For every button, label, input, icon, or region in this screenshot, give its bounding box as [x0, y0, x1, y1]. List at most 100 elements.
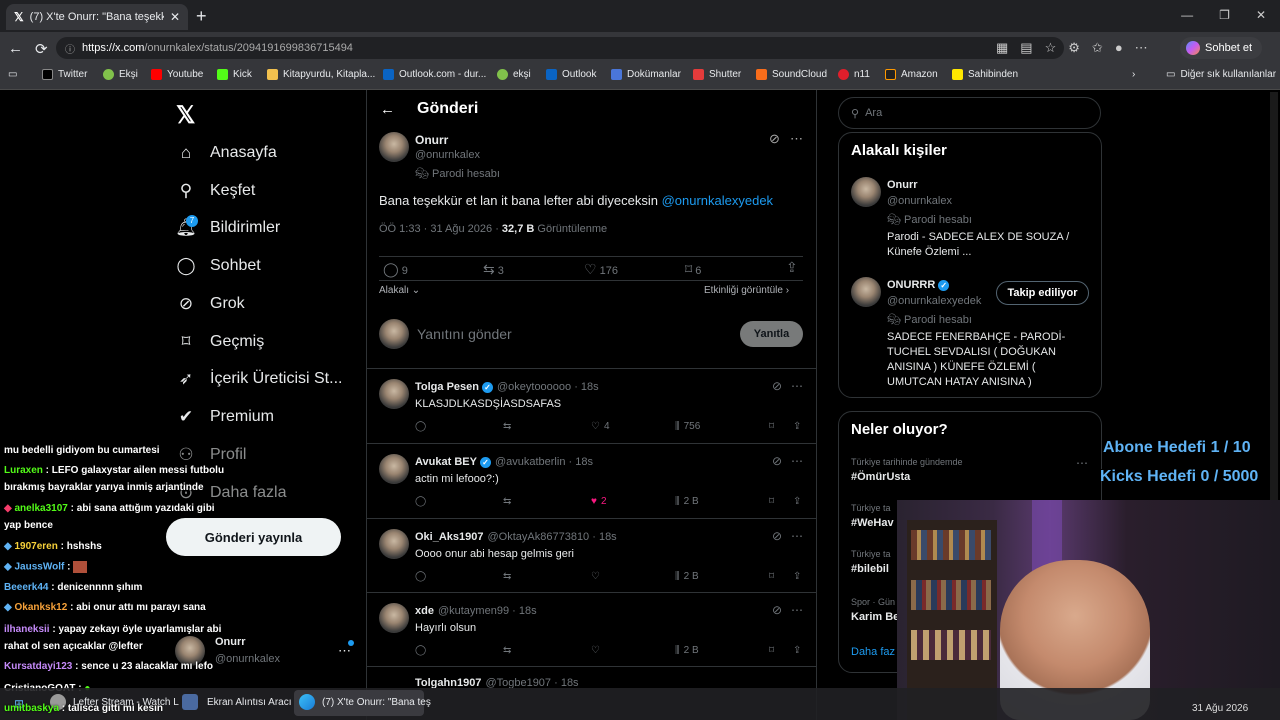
trend-name[interactable]: #ÖmürUsta [851, 471, 910, 483]
relevance-dropdown[interactable]: Alakalı ⌄ [379, 285, 420, 296]
grok-icon[interactable]: ⊘ [772, 454, 782, 468]
bookmark-outlook[interactable]: Outlook [546, 69, 596, 80]
x-home-logo[interactable]: 𝕏 [176, 101, 195, 130]
like-count[interactable]: ♡ 176 [584, 261, 618, 278]
person-avatar[interactable] [851, 277, 881, 307]
extensions-icon[interactable]: ⚙ [1068, 40, 1080, 56]
views-button[interactable]: ⫼ 2 B [675, 645, 769, 656]
bookmark-outlook-com[interactable]: Outlook.com - dur... [383, 69, 486, 80]
bookmark-dokumanlar[interactable]: Dokümanlar [611, 69, 681, 80]
minimize-icon[interactable]: — [1181, 8, 1193, 22]
share-icon[interactable]: ⇪ [786, 259, 798, 276]
more-icon[interactable]: ⋯ [790, 131, 803, 147]
reply-item[interactable]: xde @kutaymen99 · 18s Hayırlı olsun ◯ ⇆ ♡… [367, 592, 816, 667]
reply-author[interactable]: Avukat BEY ✓ @avukatberlin · 18s [415, 456, 593, 468]
trend-name[interactable]: #WeHav [851, 517, 894, 529]
reading-list-icon[interactable]: ▭ [8, 69, 17, 80]
share-icon[interactable]: ⇪ [793, 421, 801, 432]
reply-input[interactable]: Yanıtını gönder [417, 326, 512, 342]
nav-bookmarks[interactable]: ⌑ Geçmiş [175, 332, 265, 352]
more-icon[interactable]: ⋯ [1076, 456, 1088, 470]
favorites-icon[interactable]: ✩ [1092, 40, 1103, 56]
bookmark-eksi-2[interactable]: ekşi [497, 69, 531, 80]
more-icon[interactable]: ⋯ [791, 529, 803, 543]
grok-icon[interactable]: ⊘ [769, 131, 780, 147]
chevron-right-icon[interactable]: › [1132, 69, 1135, 80]
bookmark-shutter[interactable]: Shutter [693, 69, 741, 80]
bookmark-kick[interactable]: Kick [217, 69, 252, 80]
bookmark-sahibinden[interactable]: Sahibinden [952, 69, 1018, 80]
author-name[interactable]: Onurr [415, 133, 448, 147]
trend-name[interactable]: Karim Be [851, 611, 899, 623]
reply-icon[interactable]: ◯ [415, 571, 503, 582]
reply-avatar[interactable] [379, 454, 409, 484]
bookmark-eksi[interactable]: Ekşi [103, 69, 138, 80]
reply-author[interactable]: Tolgahn1907 @Togbe1907 · 18s [415, 677, 579, 688]
reply-author[interactable]: xde @kutaymen99 · 18s [415, 605, 537, 617]
following-button[interactable]: Takip ediliyor [996, 281, 1089, 305]
copilot-button[interactable]: Sohbet et [1180, 37, 1263, 59]
more-icon[interactable]: ⋯ [791, 379, 803, 393]
views-button[interactable]: ⫼ 2 B [675, 571, 769, 582]
person-handle[interactable]: @onurnkalex [887, 195, 952, 207]
nav-home[interactable]: ⌂ Anasayfa [175, 143, 277, 163]
reply-author[interactable]: Tolga Pesen ✓ @okeytoooooo · 18s [415, 381, 599, 393]
bookmark-count[interactable]: ⌑ 6 [685, 261, 701, 278]
restore-icon[interactable]: ❐ [1219, 8, 1230, 22]
nav-explore[interactable]: ⚲ Keşfet [175, 181, 256, 201]
view-activity-link[interactable]: Etkinliği görüntüle › [704, 285, 789, 296]
nav-profile[interactable]: ⚇ Profil [175, 445, 246, 465]
repost-icon[interactable]: ⇆ [503, 645, 591, 656]
bookmark-n11[interactable]: n11 [838, 69, 870, 80]
repost-icon[interactable]: ⇆ [503, 496, 591, 507]
bookmark-icon[interactable]: ⌑ [769, 421, 793, 432]
share-icon[interactable]: ⇪ [793, 645, 801, 656]
author-avatar[interactable] [379, 132, 409, 162]
reply-author[interactable]: Oki_Aks1907 @OktayAk86773810 · 18s [415, 531, 617, 543]
nav-messages[interactable]: ◯ Sohbet [175, 256, 260, 276]
more-icon[interactable]: ⋯ [791, 603, 803, 617]
other-bookmarks[interactable]: ▭ Diğer sık kullanılanlar [1166, 69, 1276, 80]
bookmark-soundcloud[interactable]: SoundCloud [756, 69, 827, 80]
share-icon[interactable]: ⇪ [793, 496, 801, 507]
browser-tab[interactable]: 𝕏 (7) X'te Onurr: "Bana teşekkür et la ✕ [6, 4, 188, 30]
more-icon[interactable]: ⋯ [791, 454, 803, 468]
nav-grok[interactable]: ⊘ Grok [175, 294, 245, 314]
bookmark-twitter[interactable]: Twitter [42, 69, 87, 80]
url-field[interactable]: ⓘ https://x.com/onurnkalex/status/209419… [56, 37, 1064, 59]
reply-item[interactable]: Tolgahn1907 @Togbe1907 · 18s [367, 666, 816, 688]
grok-icon[interactable]: ⊘ [772, 603, 782, 617]
close-icon[interactable]: ✕ [170, 10, 180, 24]
bookmark-youtube[interactable]: Youtube [151, 69, 203, 80]
reply-icon[interactable]: ◯ [415, 421, 503, 432]
site-info-icon[interactable]: ⓘ [65, 41, 75, 56]
bookmark-icon[interactable]: ⌑ [769, 645, 793, 656]
repost-count[interactable]: ⇆ 3 [483, 261, 504, 278]
reply-item[interactable]: Oki_Aks1907 @OktayAk86773810 · 18s Oooo o… [367, 518, 816, 593]
reply-avatar[interactable] [379, 529, 409, 559]
person-avatar[interactable] [851, 177, 881, 207]
share-icon[interactable]: ⇪ [793, 571, 801, 582]
reply-avatar[interactable] [379, 603, 409, 633]
bookmark-amazon[interactable]: Amazon [885, 69, 938, 80]
reader-icon[interactable]: ▤ [1020, 40, 1032, 56]
bookmark-icon[interactable]: ⌑ [769, 496, 793, 507]
like-button[interactable]: ♡ [591, 645, 675, 656]
apps-icon[interactable]: ▦ [996, 40, 1008, 56]
back-arrow-icon[interactable]: ← [380, 101, 395, 118]
profile-icon[interactable]: ● [1115, 40, 1123, 56]
person-handle[interactable]: @onurnkalexyedek [887, 295, 981, 307]
back-icon[interactable]: ← [8, 40, 23, 57]
trend-name[interactable]: #bilebil [851, 563, 889, 575]
close-window-icon[interactable]: ✕ [1256, 8, 1266, 22]
views-button[interactable]: ⫼ 756 [675, 421, 769, 432]
reply-avatar[interactable] [379, 379, 409, 409]
person-name[interactable]: Onurr [887, 179, 918, 191]
mention-link[interactable]: @onurnkalexyedek [662, 193, 773, 208]
author-handle[interactable]: @onurnkalex [415, 149, 480, 161]
post-button[interactable]: Gönderi yayınla [166, 518, 341, 556]
bookmark-icon[interactable]: ⌑ [769, 571, 793, 582]
nav-creator-studio[interactable]: ➶ İçerik Üreticisi St... [175, 369, 343, 389]
reply-count[interactable]: ◯ 9 [383, 261, 408, 278]
reply-icon[interactable]: ◯ [415, 645, 503, 656]
